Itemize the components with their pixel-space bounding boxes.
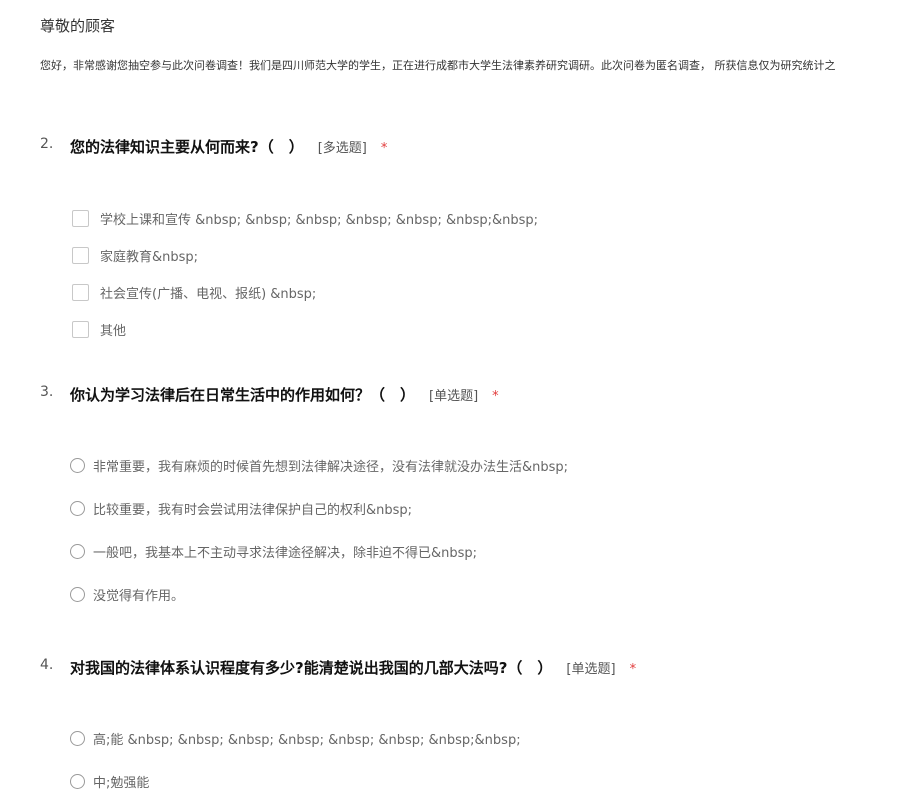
checkbox[interactable] bbox=[72, 247, 89, 264]
checkbox[interactable] bbox=[72, 210, 89, 227]
option-label: 中;勉强能 bbox=[93, 776, 150, 791]
q4-option-medium[interactable]: 中;勉强能 bbox=[70, 772, 149, 791]
radio-button[interactable] bbox=[70, 458, 85, 473]
q2-option-school[interactable]: 学校上课和宣传 &nbsp; &nbsp; &nbsp; &nbsp; &nbs… bbox=[72, 209, 538, 228]
checkbox[interactable] bbox=[72, 284, 89, 301]
option-label: 学校上课和宣传 &nbsp; &nbsp; &nbsp; &nbsp; &nbs… bbox=[100, 213, 539, 228]
option-label: 其他 bbox=[100, 324, 127, 339]
option-label: 高;能 &nbsp; &nbsp; &nbsp; &nbsp; &nbsp; &… bbox=[93, 733, 521, 748]
option-label: 比较重要，我有时会尝试用法律保护自己的权利&nbsp; bbox=[93, 503, 413, 518]
radio-button[interactable] bbox=[70, 544, 85, 559]
q4-option-high[interactable]: 高;能 &nbsp; &nbsp; &nbsp; &nbsp; &nbsp; &… bbox=[70, 729, 521, 748]
radio-button[interactable] bbox=[70, 774, 85, 789]
question-type-label: [多选题] bbox=[317, 141, 367, 156]
q2-option-family[interactable]: 家庭教育&nbsp; bbox=[72, 246, 198, 265]
radio-button[interactable] bbox=[70, 587, 85, 602]
option-label: 非常重要，我有麻烦的时候首先想到法律解决途径，没有法律就没办法生活&nbsp; bbox=[93, 460, 569, 475]
question-number: 2. bbox=[40, 136, 54, 152]
checkbox[interactable] bbox=[72, 321, 89, 338]
option-label: 家庭教育&nbsp; bbox=[100, 250, 199, 265]
q3-option-fairly-important[interactable]: 比较重要，我有时会尝试用法律保护自己的权利&nbsp; bbox=[70, 499, 412, 518]
required-marker: * bbox=[492, 389, 499, 404]
question-title: 对我国的法律体系认识程度有多少?能清楚说出我国的几部大法吗?（ ） [单选题] * bbox=[70, 659, 637, 677]
q3-option-average[interactable]: 一般吧，我基本上不主动寻求法律途径解决，除非迫不得已&nbsp; bbox=[70, 542, 477, 561]
q2-option-media[interactable]: 社会宣传(广播、电视、报纸) &nbsp; bbox=[72, 283, 316, 302]
required-marker: * bbox=[629, 662, 637, 677]
radio-button[interactable] bbox=[70, 501, 85, 516]
question-title: 您的法律知识主要从何而来?（ ） [多选题] * bbox=[70, 138, 388, 156]
intro-text: 您好，非常感谢您抽空参与此次问卷调查！我们是四川师范大学的学生，正在进行成都市大… bbox=[40, 59, 836, 72]
option-label: 社会宣传(广播、电视、报纸) &nbsp; bbox=[100, 287, 317, 302]
question-type-label: [单选题] bbox=[566, 662, 616, 677]
option-label: 没觉得有作用。 bbox=[93, 589, 185, 604]
question-number: 4. bbox=[40, 657, 54, 673]
q3-option-no-effect[interactable]: 没觉得有作用。 bbox=[70, 585, 184, 604]
radio-button[interactable] bbox=[70, 731, 85, 746]
question-number: 3. bbox=[40, 384, 54, 400]
option-label: 一般吧，我基本上不主动寻求法律途径解决，除非迫不得已&nbsp; bbox=[93, 546, 478, 561]
question-title: 你认为学习法律后在日常生活中的作用如何？（ ） [单选题] * bbox=[70, 386, 499, 404]
question-type-label: [单选题] bbox=[429, 389, 479, 404]
required-marker: * bbox=[380, 141, 388, 156]
survey-page: 尊敬的顾客 您好，非常感谢您抽空参与此次问卷调查！我们是四川师范大学的学生，正在… bbox=[0, 0, 900, 800]
q3-option-very-important[interactable]: 非常重要，我有麻烦的时候首先想到法律解决途径，没有法律就没办法生活&nbsp; bbox=[70, 456, 568, 475]
q2-option-other[interactable]: 其他 bbox=[72, 320, 126, 339]
greeting-heading: 尊敬的顾客 bbox=[40, 17, 116, 35]
